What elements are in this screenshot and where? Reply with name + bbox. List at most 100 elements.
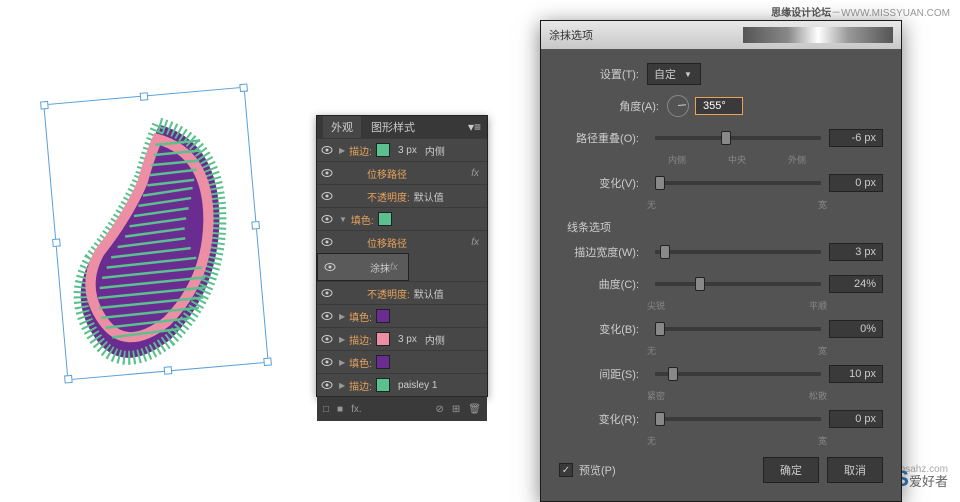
dialog-titlebar[interactable]: 涂抹选项 [541,21,901,49]
handle-ne[interactable] [239,83,248,92]
handle-se[interactable] [263,357,272,366]
row-label: 不透明度: [367,286,410,301]
setting-select[interactable]: 自定▼ [647,63,701,85]
var1-label: 变化(V): [559,175,639,191]
handle-w[interactable] [52,238,61,247]
appearance-panel: 外观 图形样式 ▾≡ ▶描边:3 px内侧位移路径fx不透明度:默认值▼填色:位… [316,115,488,397]
preview-label: 预览(P) [579,462,616,478]
expand-icon[interactable]: ▶ [339,312,345,321]
preview-checkbox[interactable]: ✓ [559,463,573,477]
row-label: 位移路径 [367,235,407,250]
visibility-icon[interactable] [321,333,333,345]
handle-e[interactable] [251,220,260,229]
visibility-icon[interactable] [321,190,333,202]
clear-icon[interactable]: ⊘ [436,404,444,415]
spacing-label: 间距(S): [559,366,639,382]
color-swatch[interactable] [376,378,390,392]
appearance-row[interactable]: 不透明度:默认值 [317,184,487,207]
expand-icon[interactable]: ▼ [339,215,347,224]
appearance-row[interactable]: ▶ 填色: [317,350,487,373]
handle-sw[interactable] [64,375,73,384]
row-extra: 内侧 [425,143,445,158]
color-swatch[interactable] [376,309,390,323]
visibility-icon[interactable] [321,310,333,322]
tab-appearance[interactable]: 外观 [323,116,361,138]
row-extra: 内侧 [425,332,445,347]
var2-value[interactable]: 0% [829,320,883,338]
var1-slider[interactable] [655,181,821,185]
visibility-icon[interactable] [321,356,333,368]
visibility-icon[interactable] [321,213,333,225]
appearance-row[interactable]: 位移路径 fx [317,230,487,253]
panel-menu-icon[interactable]: ▾≡ [468,120,481,134]
appearance-row[interactable]: 位移路径 fx [317,161,487,184]
handle-s[interactable] [164,366,173,375]
cancel-button[interactable]: 取消 [827,457,883,483]
visibility-icon[interactable] [321,167,333,179]
expand-icon[interactable]: ▶ [339,146,345,155]
angle-label: 角度(A): [579,98,659,114]
artwork-canvas [45,95,270,375]
handle-nw[interactable] [40,101,49,110]
add-stroke-icon[interactable]: □ [323,404,329,415]
curv-slider[interactable] [655,282,821,286]
fx-button[interactable]: fx. [351,404,362,415]
var3-value[interactable]: 0 px [829,410,883,428]
fx-icon[interactable]: fx [390,262,398,273]
appearance-row[interactable]: ▶描边:paisley 1 [317,373,487,396]
selection-box[interactable] [43,87,268,381]
fx-icon[interactable]: fx [471,168,479,179]
setting-label: 设置(T): [559,66,639,82]
overlap-value[interactable]: -6 px [829,129,883,147]
visibility-icon[interactable] [321,379,333,391]
angle-input[interactable]: 355° [695,97,743,115]
var2-slider[interactable] [655,327,821,331]
var3-label: 变化(R): [559,411,639,427]
color-swatch[interactable] [376,332,390,346]
row-label: 描边: [349,332,372,347]
color-swatch[interactable] [378,212,392,226]
expand-icon[interactable]: ▶ [339,358,345,367]
visibility-icon[interactable] [324,261,336,273]
width-label: 描边宽度(W): [559,244,639,260]
expand-icon[interactable]: ▶ [339,335,345,344]
row-value: 3 px [398,145,417,156]
var1-value[interactable]: 0 px [829,174,883,192]
appearance-row[interactable]: ▶ 填色: [317,304,487,327]
width-value[interactable]: 3 px [829,243,883,261]
trash-icon[interactable]: 🗑 [468,404,481,415]
row-label: 位移路径 [367,166,407,181]
appearance-row[interactable]: ▶描边:3 px内侧 [317,327,487,350]
angle-dial[interactable] [667,95,689,117]
duplicate-icon[interactable]: ⊞ [452,404,460,415]
overlap-slider[interactable] [655,136,821,140]
curv-value[interactable]: 24% [829,275,883,293]
panel-footer: □ ■ fx. ⊘ ⊞ 🗑 [317,396,487,421]
visibility-icon[interactable] [321,287,333,299]
spacing-slider[interactable] [655,372,821,376]
appearance-row[interactable]: 不透明度:默认值 [317,281,487,304]
appearance-row[interactable]: ▼ 填色: [317,207,487,230]
row-label: 描边: [349,378,372,393]
var2-label: 变化(B): [559,321,639,337]
width-slider[interactable] [655,250,821,254]
color-swatch[interactable] [376,355,390,369]
tab-graphic-styles[interactable]: 图形样式 [363,116,423,138]
color-swatch[interactable] [376,143,390,157]
spacing-value[interactable]: 10 px [829,365,883,383]
visibility-icon[interactable] [321,236,333,248]
scribble-dialog: 涂抹选项 设置(T): 自定▼ 角度(A): 355° 路径重叠(O): -6 … [540,20,902,502]
row-label: 描边: [349,143,372,158]
appearance-row[interactable]: ▶ 描边: 3 px 内侧 [317,138,487,161]
row-label: 填色: [349,309,372,324]
handle-n[interactable] [140,92,149,101]
add-fill-icon[interactable]: ■ [337,404,343,415]
appearance-row[interactable]: 涂抹fx [317,253,409,281]
row-label: 填色: [351,212,374,227]
row-label: 填色: [349,355,372,370]
var3-slider[interactable] [655,417,821,421]
ok-button[interactable]: 确定 [763,457,819,483]
fx-icon[interactable]: fx [471,237,479,248]
visibility-icon[interactable] [321,144,333,156]
expand-icon[interactable]: ▶ [339,381,345,390]
